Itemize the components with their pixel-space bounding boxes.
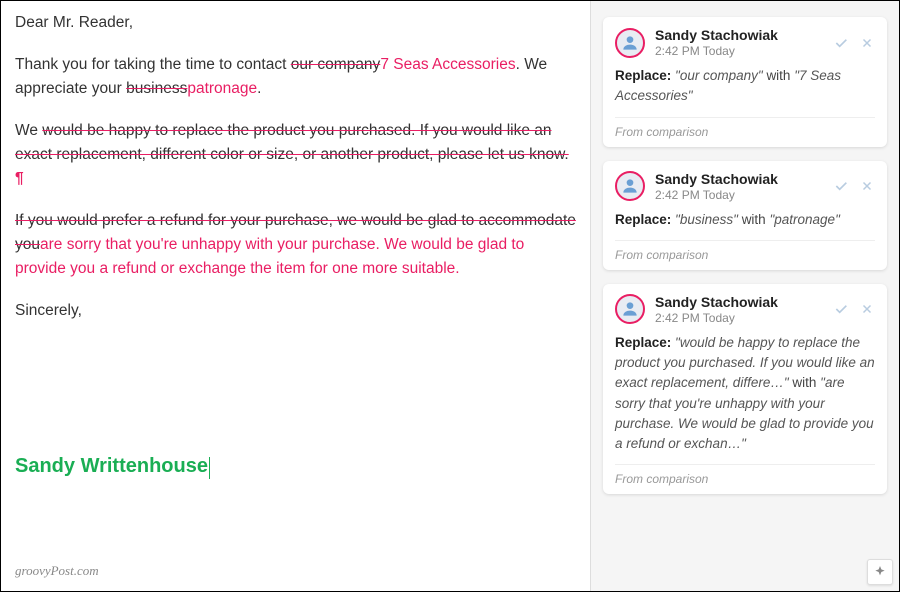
with-word: with	[742, 212, 766, 227]
with-word: with	[766, 68, 790, 83]
watermark: groovyPost.com	[15, 561, 99, 581]
text: .	[455, 260, 459, 277]
sparkle-icon	[872, 564, 888, 580]
accept-button[interactable]	[833, 301, 849, 317]
author-block: Sandy Stachowiak 2:42 PM Today	[655, 171, 833, 202]
text: .	[257, 80, 261, 97]
inserted-text: 7 Seas Accessories	[380, 56, 515, 73]
avatar	[615, 294, 645, 324]
deleted-text: our company	[291, 56, 381, 73]
deleted-text: would be happy to replace the product yo…	[15, 122, 569, 163]
reject-button[interactable]	[859, 35, 875, 51]
timestamp: 2:42 PM Today	[655, 311, 833, 325]
text: Thank you for taking the time to contact	[15, 56, 291, 73]
comment-card[interactable]: Sandy Stachowiak 2:42 PM Today Replace: …	[603, 17, 887, 147]
comment-header: Sandy Stachowiak 2:42 PM Today	[615, 294, 875, 325]
old-text: "our company"	[675, 68, 763, 83]
comment-body: Replace: "would be happy to replace the …	[615, 333, 875, 455]
comments-panel[interactable]: Sandy Stachowiak 2:42 PM Today Replace: …	[591, 1, 899, 591]
old-text: "business"	[675, 212, 738, 227]
paragraph-3: If you would prefer a refund for your pu…	[15, 209, 576, 281]
pilcrow-icon: ¶	[15, 170, 24, 187]
author-name: Sandy Stachowiak	[655, 294, 833, 310]
person-icon	[620, 176, 640, 196]
avatar	[615, 28, 645, 58]
comment-source: From comparison	[615, 464, 875, 486]
comment-header: Sandy Stachowiak 2:42 PM Today	[615, 171, 875, 202]
explore-button[interactable]	[867, 559, 893, 585]
comment-source: From comparison	[615, 117, 875, 139]
author-name: Sandy Stachowiak	[655, 27, 833, 43]
accept-button[interactable]	[833, 178, 849, 194]
avatar	[615, 171, 645, 201]
comment-body: Replace: "business" with "patronage"	[615, 210, 875, 230]
timestamp: 2:42 PM Today	[655, 188, 833, 202]
comment-body: Replace: "our company" with "7 Seas Acce…	[615, 66, 875, 107]
new-text: "patronage"	[769, 212, 839, 227]
closing: Sincerely,	[15, 299, 576, 323]
signature: Sandy Writtenhouse	[15, 451, 208, 482]
author-block: Sandy Stachowiak 2:42 PM Today	[655, 27, 833, 58]
replace-label: Replace:	[615, 212, 671, 227]
inserted-text: are sorry that you're unhappy with your …	[15, 236, 524, 277]
paragraph-1: Thank you for taking the time to contact…	[15, 53, 576, 101]
person-icon	[620, 299, 640, 319]
author-name: Sandy Stachowiak	[655, 171, 833, 187]
comment-card[interactable]: Sandy Stachowiak 2:42 PM Today Replace: …	[603, 284, 887, 495]
document-editor[interactable]: Dear Mr. Reader, Thank you for taking th…	[1, 1, 591, 591]
replace-label: Replace:	[615, 335, 671, 350]
person-icon	[620, 33, 640, 53]
accept-button[interactable]	[833, 35, 849, 51]
with-word: with	[792, 375, 816, 390]
reject-button[interactable]	[859, 301, 875, 317]
paragraph-2: We would be happy to replace the product…	[15, 119, 576, 191]
author-block: Sandy Stachowiak 2:42 PM Today	[655, 294, 833, 325]
text: We	[15, 122, 42, 139]
deleted-text: business	[126, 80, 187, 97]
comment-source: From comparison	[615, 240, 875, 262]
text-cursor	[209, 457, 210, 479]
reject-button[interactable]	[859, 178, 875, 194]
comment-header: Sandy Stachowiak 2:42 PM Today	[615, 27, 875, 58]
comment-card[interactable]: Sandy Stachowiak 2:42 PM Today Replace: …	[603, 161, 887, 270]
salutation: Dear Mr. Reader,	[15, 11, 576, 35]
timestamp: 2:42 PM Today	[655, 44, 833, 58]
replace-label: Replace:	[615, 68, 671, 83]
inserted-text: patronage	[187, 80, 257, 97]
